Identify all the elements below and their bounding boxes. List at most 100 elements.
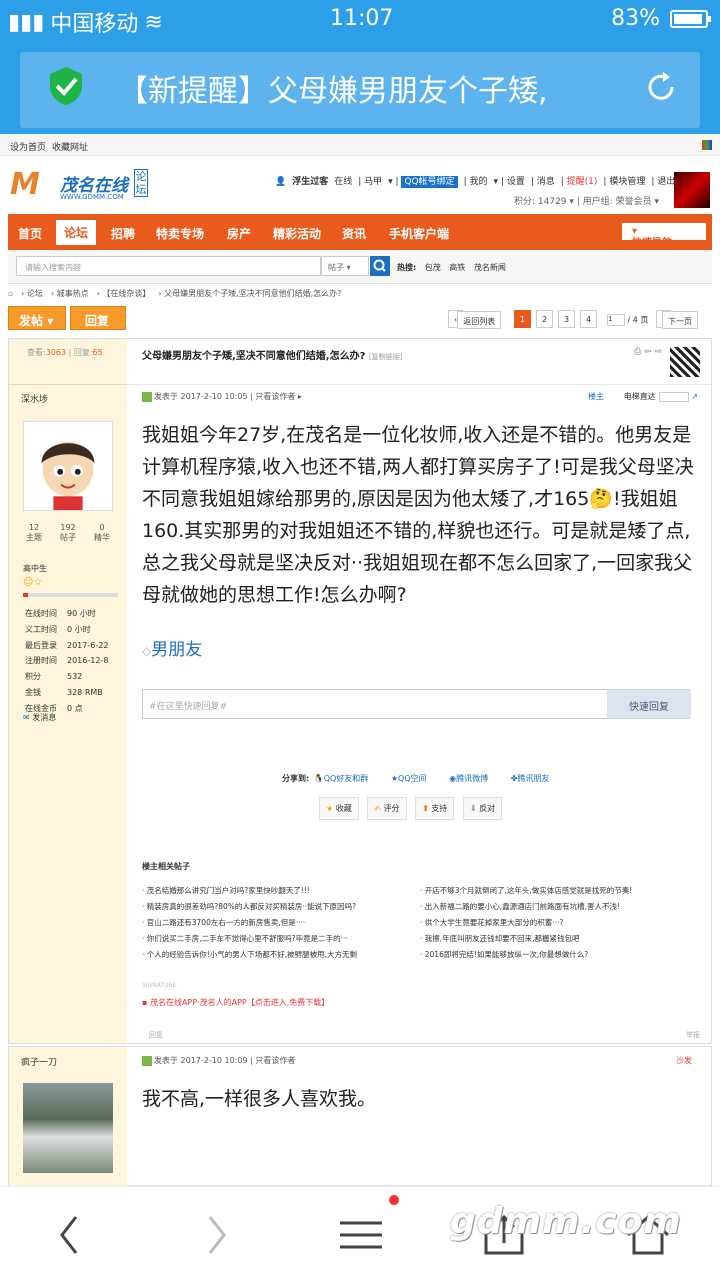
qq-bind-button[interactable]: QQ帐号绑定 [401, 176, 458, 188]
page-1[interactable]: 1 [514, 310, 532, 328]
share-qq-friends[interactable]: 🐧QQ好友和群 [314, 774, 379, 783]
thread-actions: 发帖 ▾ 回复 ‹ 返回列表 1 2 3 4 1 / 4 页 下一页 › [8, 306, 712, 332]
share-tencent-weibo[interactable]: ◉腾讯微博 [449, 774, 498, 783]
post-button[interactable]: 发帖 ▾ [8, 306, 66, 330]
remind-link[interactable]: 提醒(1) [567, 177, 598, 187]
page-4[interactable]: 4 [580, 310, 598, 328]
page-2[interactable]: 2 [536, 310, 554, 328]
search-type-select[interactable]: 帖子 ▾ [321, 256, 369, 276]
prev-icon[interactable]: ⇦ [644, 347, 652, 357]
author-avatar[interactable] [23, 421, 113, 511]
crumb-item[interactable]: 【在线杂谈】 [102, 289, 150, 298]
nav-sale[interactable]: 特卖专场 [156, 225, 204, 242]
menu-icon[interactable] [330, 1207, 390, 1263]
related-item[interactable]: · 个人的经验告诉你!小气的男人下场都不好,被劈腿被甩,大方无剩 [142, 949, 412, 960]
related-item[interactable]: · 你们说买二手房,二手车不觉得心里不舒服吗?毕竟是二手的··· [142, 933, 412, 944]
related-item[interactable]: · 官山二路还有3700左右一方的新房售卖,但是···· [142, 917, 412, 928]
logout-link[interactable]: 退出 [657, 177, 675, 187]
share-qzone[interactable]: ★QQ空间 [391, 774, 437, 783]
related-item[interactable]: · 精装房真的很差劲吗?80%的人都反对买精装房··能说下原因吗? [142, 901, 412, 912]
print-icon[interactable]: ⎙ [634, 347, 641, 357]
search-button[interactable] [370, 256, 390, 276]
next-page-button[interactable]: 下一页 › [656, 310, 698, 329]
send-message-label: 发消息 [32, 713, 57, 722]
user-group[interactable]: 用户组: 荣誉会员 [583, 197, 652, 207]
nav-house[interactable]: 房产 [227, 225, 251, 242]
my-link[interactable]: 我的 [470, 177, 488, 187]
next-icon[interactable]: ⇨ [654, 347, 662, 357]
report-link[interactable]: 举报 [686, 1030, 700, 1040]
nav-home[interactable]: 首页 [18, 225, 42, 242]
nav-mobile[interactable]: 手机客户端 [389, 225, 449, 242]
post-button-label: 发帖 [19, 314, 44, 328]
only-author-link[interactable]: 只看该作者 [255, 1056, 295, 1065]
stat-threads[interactable]: 12 主题 [19, 523, 49, 543]
logo-mark: M [10, 167, 40, 202]
home-icon[interactable]: ⌂ [8, 289, 13, 298]
username[interactable]: 浮生过客 [292, 177, 328, 187]
crumb-item[interactable]: 城事热点 [57, 289, 89, 298]
copy-link[interactable]: [复制链接] [369, 353, 402, 361]
nav-forum[interactable]: 论坛 [56, 220, 97, 245]
stat-digest[interactable]: 0 精华 [87, 523, 117, 543]
post-tag[interactable]: ◇男朋友 [142, 635, 202, 660]
settings-link[interactable]: 设置 [507, 177, 525, 187]
elevator-input[interactable] [658, 391, 689, 402]
search-input[interactable]: 请输入搜索内容 [16, 256, 321, 276]
quick-reply-button[interactable]: 快速回复 [607, 690, 691, 718]
forward-icon[interactable] [186, 1207, 246, 1263]
page-input[interactable]: 1 [607, 314, 625, 326]
related-item[interactable]: · 供个大学生竟要花掉家里大部分的积蓄···? [420, 917, 690, 928]
related-item[interactable]: · 我擦,年底叫朋友还钱却要不回来,都握紧钱包吧 [420, 933, 690, 944]
nav-events[interactable]: 精彩活动 [273, 225, 321, 242]
crumb-item[interactable]: 父母嫌男朋友个子矮,坚决不同意他们结婚,怎么办? [164, 289, 341, 298]
stat-posts[interactable]: 192 帖子 [53, 523, 83, 543]
author-avatar[interactable] [23, 1083, 113, 1173]
oppose-button[interactable]: ⬇ 反对 [462, 797, 503, 820]
floor-label: 沙发 [676, 1056, 692, 1065]
signature-link[interactable]: ▪ 茂名在线APP·茂名人的APP【点击进入,免费下载】 [142, 997, 329, 1008]
author-name[interactable]: 疯子一刀 [21, 1055, 57, 1068]
site-logo[interactable]: M 茂名在线 WWW.GDMM.COM 论坛 [10, 165, 150, 205]
post-content: 发表于 2017-2-10 10:09 | 只看该作者 沙发 我不高,一样很多人… [127, 1047, 712, 1185]
crumb-item[interactable]: 论坛 [27, 289, 43, 298]
support-button[interactable]: ⬆ 支持 [415, 797, 455, 820]
stat-value: 192 [60, 523, 76, 532]
hot-item[interactable]: 高铁 [449, 263, 465, 272]
author-name[interactable]: 深水埗 [21, 392, 48, 405]
related-item[interactable]: · 开店不够3个月就倒闭了,这年头,做实体店感觉就是找死的节奏! [420, 885, 690, 896]
page-3[interactable]: 3 [558, 310, 576, 328]
only-author-link[interactable]: 只看该作者 [255, 392, 295, 401]
set-homepage-link[interactable]: 设为首页 [10, 140, 46, 153]
quick-nav-button[interactable]: 快捷导航 ▾ [622, 223, 706, 249]
modules-link[interactable]: 模块管理 [609, 177, 645, 187]
favorite-link[interactable]: 收藏网址 [52, 140, 88, 153]
points[interactable]: 积分: 14729 [514, 197, 567, 207]
back-icon[interactable] [40, 1207, 100, 1263]
star-icon: ★ [326, 804, 334, 813]
horse-link[interactable]: 马甲 [364, 177, 382, 187]
refresh-icon[interactable] [644, 70, 678, 104]
notice-banner[interactable]: 【新提醒】父母嫌男朋友个子矮, [20, 52, 700, 128]
avatar[interactable] [674, 172, 710, 208]
related-item[interactable]: · 出入新福二路的要小心,鑫源酒店门前路面有坑槽,害人不浅! [420, 901, 690, 912]
favorite-button[interactable]: ★ 收藏 [319, 797, 359, 820]
messages-link[interactable]: 消息 [537, 177, 555, 187]
hot-item[interactable]: 茂名新闻 [474, 263, 506, 272]
color-icon[interactable] [702, 140, 712, 150]
rate-button[interactable]: ✍ 评分 [367, 797, 407, 820]
go-icon[interactable]: ↗ [691, 392, 698, 401]
logo-tag: 论坛 [134, 169, 148, 197]
back-to-list-button[interactable]: ‹ 返回列表 [448, 310, 502, 329]
reply-link[interactable]: 回复 [149, 1030, 163, 1040]
hot-label: 热搜: [397, 263, 417, 272]
nav-jobs[interactable]: 招聘 [111, 225, 135, 242]
share-tencent-friends[interactable]: ✤腾讯朋友 [511, 774, 560, 783]
related-item[interactable]: · 2016即将完结!如果能够放纵一次,你最想做什么? [420, 949, 690, 960]
send-message-link[interactable]: ✉ 发消息 [23, 712, 56, 723]
hot-item[interactable]: 包茂 [425, 263, 441, 272]
reply-button[interactable]: 回复 [70, 306, 126, 330]
nav-news[interactable]: 资讯 [342, 225, 366, 242]
qr-code-icon[interactable] [670, 347, 700, 377]
related-item[interactable]: · 茂名结婚那么讲究门当户对吗?家里快吵翻天了!!! [142, 885, 412, 896]
